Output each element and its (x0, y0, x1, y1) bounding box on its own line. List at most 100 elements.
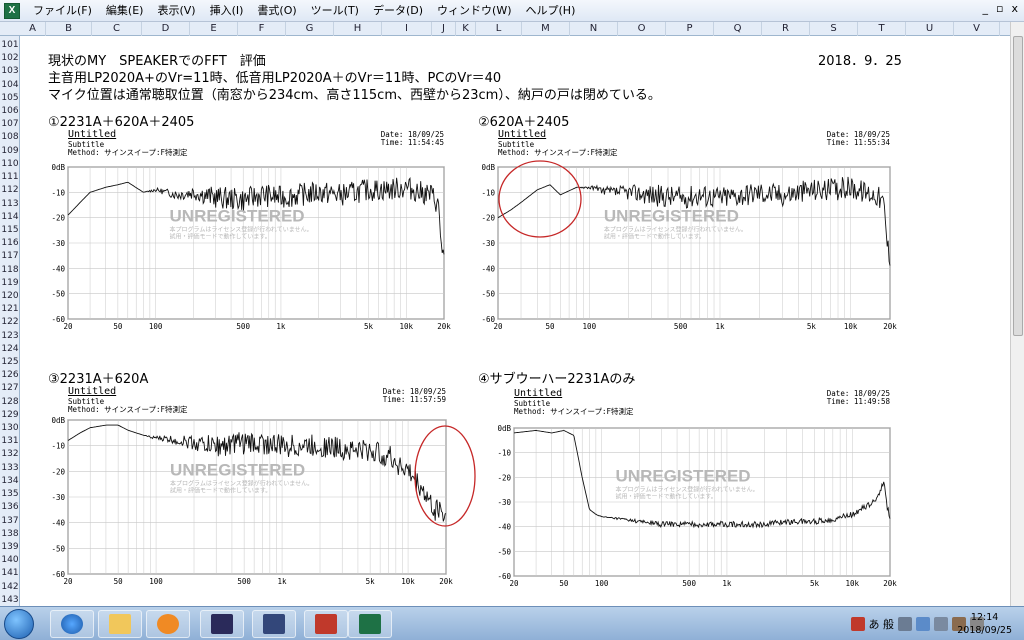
row-label[interactable]: 134 (0, 476, 20, 486)
column-label[interactable]: U (906, 22, 954, 36)
fft-plot-4[interactable]: Untitled Subtitle Method: サインスイープ:F特測定 Date… (470, 386, 900, 594)
row-label[interactable]: 135 (0, 489, 20, 499)
column-label[interactable]: M (522, 22, 570, 36)
row-label[interactable]: 117 (0, 251, 20, 261)
row-label[interactable]: 103 (0, 66, 20, 76)
scrollbar-thumb[interactable] (1013, 36, 1023, 336)
column-label[interactable]: R (762, 22, 810, 36)
menu-item-2[interactable]: 表示(V) (150, 0, 202, 22)
menu-item-0[interactable]: ファイル(F) (26, 0, 99, 22)
taskbar-ie[interactable] (50, 610, 94, 638)
row-label[interactable]: 138 (0, 529, 20, 539)
row-label[interactable]: 121 (0, 304, 20, 314)
help-icon[interactable] (916, 617, 930, 631)
row-label[interactable]: 137 (0, 516, 20, 526)
column-label[interactable]: H (334, 22, 382, 36)
column-label[interactable]: B (46, 22, 92, 36)
column-label[interactable]: G (286, 22, 334, 36)
row-label[interactable]: 131 (0, 436, 20, 446)
row-label[interactable]: 143 (0, 595, 20, 605)
row-label[interactable]: 111 (0, 172, 20, 182)
ime-indicator[interactable]: あ 般 (869, 616, 895, 632)
taskbar-media[interactable] (146, 610, 190, 638)
restore-icon[interactable]: ▫ (996, 2, 1003, 15)
row-label[interactable]: 142 (0, 582, 20, 592)
row-label[interactable]: 101 (0, 40, 20, 50)
row-label[interactable]: 139 (0, 542, 20, 552)
column-label[interactable]: P (666, 22, 714, 36)
menu-item-1[interactable]: 編集(E) (99, 0, 151, 22)
vertical-scrollbar[interactable] (1010, 22, 1024, 606)
column-label[interactable]: L (476, 22, 522, 36)
menu-item-7[interactable]: ウィンドウ(W) (430, 0, 518, 22)
row-label[interactable]: 127 (0, 383, 20, 393)
row-label[interactable]: 140 (0, 555, 20, 565)
row-label[interactable]: 125 (0, 357, 20, 367)
row-label[interactable]: 102 (0, 53, 20, 63)
column-label[interactable]: V (954, 22, 1000, 36)
column-label[interactable]: K (456, 22, 476, 36)
column-label[interactable]: N (570, 22, 618, 36)
taskbar-excel[interactable] (348, 610, 392, 638)
row-label[interactable]: 133 (0, 463, 20, 473)
column-label[interactable]: A (20, 22, 46, 36)
row-label[interactable]: 106 (0, 106, 20, 116)
column-label[interactable]: Q (714, 22, 762, 36)
row-label[interactable]: 116 (0, 238, 20, 248)
fft-plot-1[interactable]: Untitled Subtitle Method: サインスイープ:F特測定 Date… (40, 127, 452, 335)
row-label[interactable]: 120 (0, 291, 20, 301)
clock[interactable]: 12:14 2018/09/25 (957, 611, 1012, 637)
row-label[interactable]: 107 (0, 119, 20, 129)
row-label[interactable]: 109 (0, 146, 20, 156)
ime-pad-icon[interactable] (898, 617, 912, 631)
row-label[interactable]: 132 (0, 449, 20, 459)
menu-item-4[interactable]: 書式(O) (250, 0, 303, 22)
sheet-date[interactable]: 2018．9．25 (818, 50, 902, 69)
row-label[interactable]: 141 (0, 568, 20, 578)
row-label[interactable]: 112 (0, 185, 20, 195)
sheet-line-2[interactable]: マイク位置は通常聴取位置（南窓から234cm、高さ115cm、西壁から23cm）… (48, 84, 661, 103)
row-label[interactable]: 110 (0, 159, 20, 169)
row-label[interactable]: 108 (0, 132, 20, 142)
taskbar-app-spectrum[interactable] (252, 610, 296, 638)
row-label[interactable]: 118 (0, 265, 20, 275)
row-label[interactable]: 123 (0, 331, 20, 341)
menu-item-5[interactable]: ツール(T) (304, 0, 366, 22)
menu-item-3[interactable]: 挿入(I) (203, 0, 251, 22)
column-label[interactable]: D (142, 22, 190, 36)
column-label[interactable]: J (432, 22, 456, 36)
start-button[interactable] (4, 609, 34, 639)
menu-item-6[interactable]: データ(D) (366, 0, 430, 22)
row-label[interactable]: 115 (0, 225, 20, 235)
row-label[interactable]: 122 (0, 317, 20, 327)
network-icon[interactable] (934, 617, 948, 631)
fft-plot-2[interactable]: Untitled Subtitle Method: サインスイープ:F特測定 Date… (470, 127, 900, 335)
column-label[interactable]: C (92, 22, 142, 36)
row-label[interactable]: 114 (0, 212, 20, 222)
row-label[interactable]: 136 (0, 502, 20, 512)
taskbar-explorer[interactable] (98, 610, 142, 638)
row-label[interactable]: 130 (0, 423, 20, 433)
row-label[interactable]: 119 (0, 278, 20, 288)
close-icon[interactable]: x (1011, 2, 1018, 15)
excel-app-icon[interactable]: X (4, 2, 20, 19)
menu-item-8[interactable]: ヘルプ(H) (519, 0, 583, 22)
row-label[interactable]: 104 (0, 80, 20, 90)
row-label[interactable]: 113 (0, 199, 20, 209)
row-label[interactable]: 128 (0, 397, 20, 407)
column-label[interactable]: T (858, 22, 906, 36)
column-label[interactable]: I (382, 22, 432, 36)
row-label[interactable]: 124 (0, 344, 20, 354)
row-label[interactable]: 126 (0, 370, 20, 380)
plot-4-label[interactable]: ④サブウーハー2231Aのみ (478, 368, 635, 387)
taskbar-app-wave[interactable] (200, 610, 244, 638)
column-label[interactable]: S (810, 22, 858, 36)
fft-plot-3[interactable]: Untitled Subtitle Method: サインスイープ:F特測定 Date… (40, 384, 476, 592)
tray-app-icon[interactable] (850, 617, 865, 631)
column-label[interactable]: E (190, 22, 238, 36)
row-label[interactable]: 105 (0, 93, 20, 103)
minimize-icon[interactable]: _ (983, 2, 989, 15)
column-label[interactable]: F (238, 22, 286, 36)
taskbar-app-red[interactable] (304, 610, 348, 638)
column-label[interactable]: O (618, 22, 666, 36)
